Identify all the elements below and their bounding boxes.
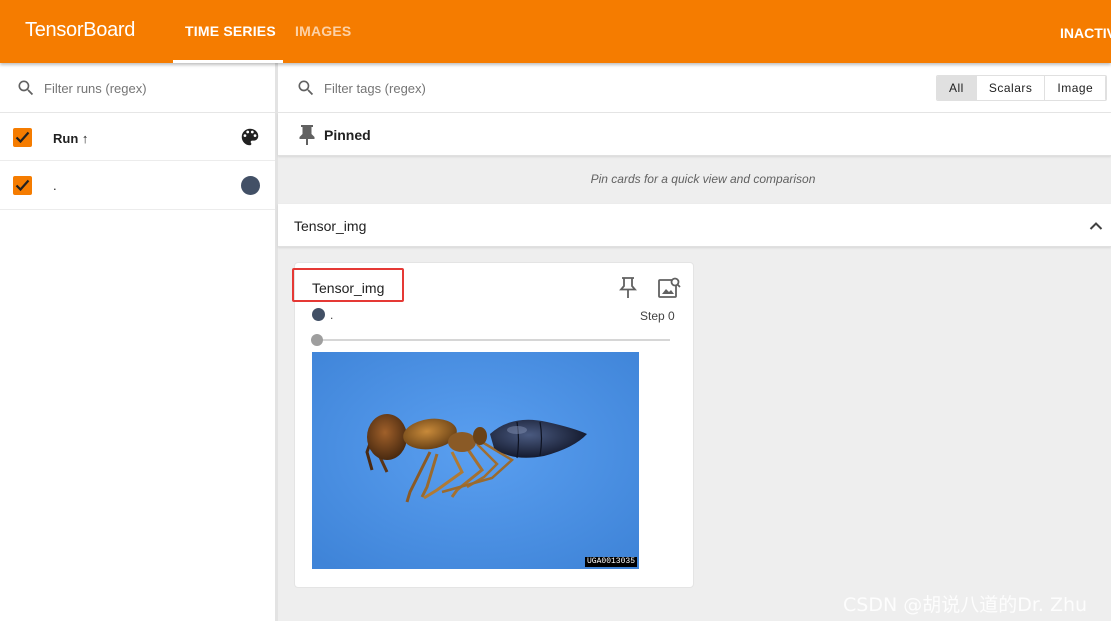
- pin-icon[interactable]: [618, 276, 638, 300]
- watermark-text: CSDN @胡说八道的Dr. Zhu: [843, 594, 1088, 616]
- runs-filter-input[interactable]: Filter runs (regex): [44, 81, 147, 96]
- image-settings-icon[interactable]: [657, 276, 681, 300]
- pinned-section-header: Pinned: [278, 113, 1111, 156]
- search-icon: [18, 80, 34, 96]
- active-tab-indicator: [173, 60, 283, 63]
- run-column-header[interactable]: Run ↑: [53, 131, 88, 146]
- tag-group-header[interactable]: Tensor_img: [278, 204, 1111, 247]
- card-title: Tensor_img: [312, 280, 385, 296]
- tab-time-series[interactable]: TIME SERIES: [185, 23, 276, 39]
- run-name: .: [53, 178, 57, 193]
- run-color-swatch[interactable]: [241, 176, 260, 195]
- card-type-filter: All Scalars Image: [936, 75, 1108, 101]
- run-color-dot: [312, 308, 325, 321]
- step-label: Step 0: [640, 309, 675, 323]
- app-title: TensorBoard: [25, 19, 136, 41]
- filter-image-chip[interactable]: Image: [1045, 76, 1107, 100]
- pin-icon: [299, 125, 315, 145]
- tab-images[interactable]: IMAGES: [295, 23, 351, 39]
- ant-specimen-image: UGA0013035: [312, 352, 639, 569]
- runs-header-row: Run ↑: [0, 113, 275, 161]
- tags-filter-row: Filter tags (regex) All Scalars Image: [278, 63, 1111, 113]
- image-source-tag: UGA0013035: [584, 557, 637, 567]
- runs-panel: Filter runs (regex) Run ↑ .: [0, 63, 275, 621]
- palette-icon[interactable]: [239, 126, 261, 148]
- run-checkbox[interactable]: [13, 176, 32, 195]
- card-run-name: .: [330, 308, 334, 322]
- main-panel: Filter tags (regex) All Scalars Image Pi…: [278, 63, 1111, 621]
- step-slider-track[interactable]: [317, 339, 670, 341]
- check-icon: [15, 131, 30, 144]
- pinned-title: Pinned: [324, 127, 371, 143]
- run-row: .: [0, 162, 275, 210]
- runs-filter-row: Filter runs (regex): [0, 63, 275, 113]
- search-icon: [298, 80, 314, 96]
- filter-scalars-chip[interactable]: Scalars: [976, 76, 1046, 100]
- step-slider-thumb[interactable]: [311, 334, 323, 346]
- ant-illustration: [312, 352, 639, 569]
- check-icon: [15, 179, 30, 192]
- top-app-bar: TensorBoard TIME SERIES IMAGES INACTIV: [0, 0, 1111, 63]
- select-all-checkbox[interactable]: [13, 128, 32, 147]
- chevron-up-icon[interactable]: [1088, 218, 1104, 234]
- plugin-status-dropdown[interactable]: INACTIV: [1060, 25, 1111, 41]
- image-card: Tensor_img . Step 0 UGA0013035: [292, 262, 694, 588]
- filter-all-chip[interactable]: All: [937, 76, 977, 100]
- tag-group-title: Tensor_img: [294, 218, 367, 234]
- pinned-empty-hint: Pin cards for a quick view and compariso…: [590, 172, 816, 186]
- tags-filter-input[interactable]: Filter tags (regex): [324, 81, 426, 96]
